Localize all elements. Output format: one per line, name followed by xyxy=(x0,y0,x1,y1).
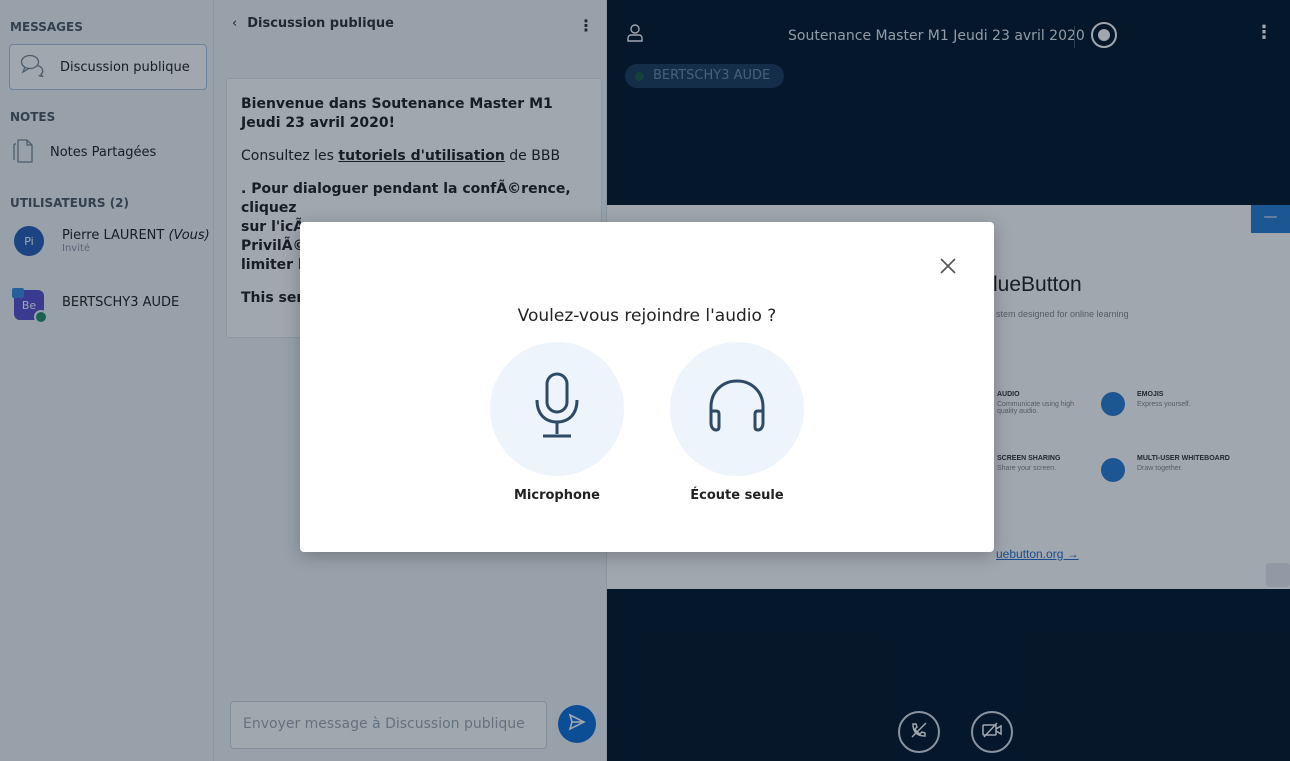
close-icon[interactable] xyxy=(936,254,960,278)
listen-only-button[interactable] xyxy=(670,342,804,476)
microphone-option[interactable]: Microphone xyxy=(490,342,624,503)
listen-only-label: Écoute seule xyxy=(690,488,784,503)
microphone-button[interactable] xyxy=(490,342,624,476)
modal-title: Voulez-vous rejoindre l'audio ? xyxy=(517,306,777,326)
listen-only-option[interactable]: Écoute seule xyxy=(670,342,804,503)
microphone-label: Microphone xyxy=(513,488,600,503)
microphone-icon xyxy=(531,370,583,448)
join-audio-modal: Voulez-vous rejoindre l'audio ? Micropho… xyxy=(300,222,994,552)
headphones-icon xyxy=(704,375,770,443)
